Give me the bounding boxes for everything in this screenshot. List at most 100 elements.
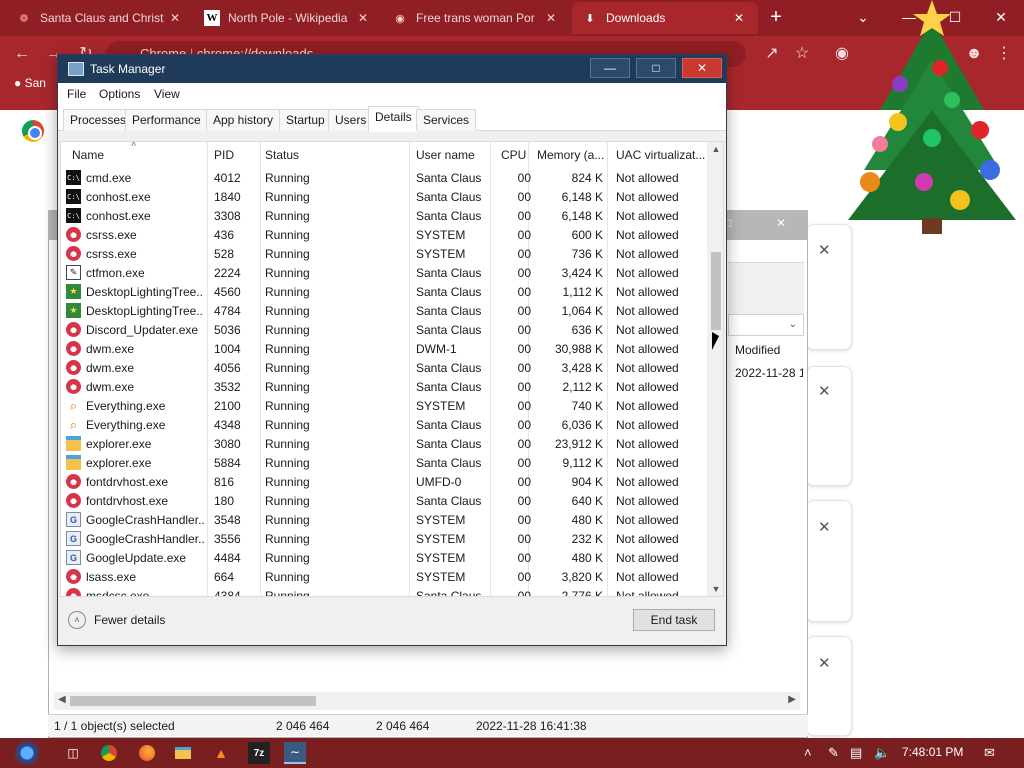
firefox-icon[interactable]	[136, 742, 158, 764]
table-row[interactable]: explorer.exe 5884 Running Santa Claus 00 9,11…	[61, 453, 707, 472]
7zip-icon[interactable]: 7z	[248, 742, 270, 764]
process-uac: Not allowed	[616, 532, 679, 546]
system-process-icon	[66, 493, 81, 508]
tab-santa-claus[interactable]: ❁ Santa Claus and Christ ✕	[6, 2, 194, 34]
menu-options[interactable]: Options	[99, 87, 140, 101]
horizontal-scroll-thumb[interactable]	[70, 696, 316, 706]
chrome-icon[interactable]	[98, 742, 120, 764]
table-row[interactable]: csrss.exe 436 Running SYSTEM 00 600 K Not allo…	[61, 225, 707, 244]
tab-close-icon[interactable]: ✕	[170, 11, 184, 25]
table-row[interactable]: lsass.exe 664 Running SYSTEM 00 3,820 K Not al…	[61, 567, 707, 586]
table-row[interactable]: ★ DesktopLightingTree... 4784 Running Santa …	[61, 301, 707, 320]
tab-label: North Pole - Wikipedia	[228, 11, 348, 25]
minimize-button[interactable]: —	[590, 58, 630, 78]
process-status: Running	[265, 209, 310, 223]
column-header-status[interactable]: Status	[265, 148, 409, 162]
table-row[interactable]: csrss.exe 528 Running SYSTEM 00 736 K Not allo…	[61, 244, 707, 263]
tab-details[interactable]: Details	[368, 106, 419, 132]
tab-startup[interactable]: Startup	[279, 109, 332, 131]
scroll-up-icon[interactable]: ▲	[711, 144, 721, 154]
table-row[interactable]: dwm.exe 4056 Running Santa Claus 00 3,428 K No…	[61, 358, 707, 377]
tab-users[interactable]: Users	[328, 109, 374, 131]
remove-download-icon[interactable]: ✕	[818, 654, 831, 672]
tab-downloads[interactable]: ⬇ Downloads ✕	[572, 2, 758, 34]
process-cpu: 00	[517, 418, 531, 432]
scroll-right-icon[interactable]: ▶	[788, 694, 796, 705]
fewer-details-button[interactable]: ˄ Fewer details	[68, 611, 165, 629]
menu-file[interactable]: File	[67, 87, 86, 101]
remove-download-icon[interactable]: ✕	[818, 241, 831, 259]
column-header-uac[interactable]: UAC virtualizat...	[616, 148, 707, 162]
new-tab-button[interactable]: +	[764, 6, 788, 30]
table-row[interactable]: C:\ conhost.exe 1840 Running Santa Claus 00 6,…	[61, 187, 707, 206]
process-user: Santa Claus	[416, 266, 482, 280]
process-memory: 232 K	[571, 532, 603, 546]
tab-close-icon[interactable]: ✕	[734, 11, 748, 25]
scroll-down-icon[interactable]: ▼	[711, 584, 721, 594]
table-row[interactable]: Discord_Updater.exe 5036 Running Santa Clau…	[61, 320, 707, 339]
share-icon[interactable]: ↗	[760, 42, 784, 66]
task-view-icon[interactable]: ◫	[62, 742, 84, 764]
tab-services[interactable]: Services	[416, 109, 477, 131]
table-row[interactable]: ⌕ Everything.exe 2100 Running SYSTEM 00 740 K N…	[61, 396, 707, 415]
vertical-scroll-thumb[interactable]	[711, 252, 721, 330]
path-dropdown[interactable]: ⌄	[728, 314, 804, 336]
table-row[interactable]: fontdrvhost.exe 816 Running UMFD-0 00 904 K No…	[61, 472, 707, 491]
tray-overflow-icon[interactable]: ˄	[804, 745, 812, 760]
tab-close-icon[interactable]: ✕	[546, 11, 560, 25]
table-row[interactable]: ★ DesktopLightingTree... 4560 Running Santa …	[61, 282, 707, 301]
table-row[interactable]: G GoogleCrashHandler... 3548 Running SYSTEM 0…	[61, 510, 707, 529]
column-header-name[interactable]: Name	[72, 148, 202, 162]
table-row[interactable]: dwm.exe 1004 Running DWM-1 00 30,988 K Not all…	[61, 339, 707, 358]
task-manager-icon[interactable]: ∼	[284, 742, 306, 764]
tab-performance[interactable]: Performance	[125, 109, 208, 131]
task-manager-titlebar[interactable]: Task Manager — □ ✕	[58, 55, 726, 83]
volume-icon[interactable]: 🔈	[874, 745, 890, 761]
bookmark-label: San	[24, 76, 46, 90]
table-row[interactable]: C:\ cmd.exe 4012 Running Santa Claus 00 824 K N…	[61, 168, 707, 187]
column-header-modified[interactable]: Modified	[735, 343, 780, 357]
back-icon[interactable]: ←	[10, 42, 34, 66]
tab-close-icon[interactable]: ✕	[358, 11, 372, 25]
close-button[interactable]: ✕	[682, 58, 722, 78]
table-row[interactable]: ⌕ Everything.exe 4348 Running Santa Claus 00 6…	[61, 415, 707, 434]
column-header-pid[interactable]: PID	[214, 148, 260, 162]
column-header-user-name[interactable]: User name	[416, 148, 494, 162]
process-name: csrss.exe	[86, 228, 137, 242]
pen-icon[interactable]: ✎	[828, 745, 839, 761]
tab-app-history[interactable]: App history	[206, 109, 281, 131]
table-row[interactable]: explorer.exe 3080 Running Santa Claus 00 23,9…	[61, 434, 707, 453]
page-scrollbar[interactable]	[1012, 210, 1018, 730]
menu-view[interactable]: View	[154, 87, 180, 101]
column-header-memory[interactable]: Memory (a...	[537, 148, 609, 162]
tab-processes[interactable]: Processes	[63, 109, 134, 131]
end-task-button[interactable]: End task	[633, 609, 715, 631]
vlc-icon[interactable]: ▲	[210, 742, 232, 764]
remove-download-icon[interactable]: ✕	[818, 382, 831, 400]
network-icon[interactable]: ▤	[850, 745, 862, 761]
process-pid: 5884	[214, 456, 241, 470]
table-row[interactable]: G GoogleUpdate.exe 4484 Running SYSTEM 00 480 …	[61, 548, 707, 567]
close-icon[interactable]: ✕	[776, 216, 786, 230]
taskbar-clock[interactable]: 7:48:01 PM	[902, 745, 963, 759]
table-row[interactable]: dwm.exe 3532 Running Santa Claus 00 2,112 K No…	[61, 377, 707, 396]
maximize-button[interactable]: □	[636, 58, 676, 78]
table-row[interactable]: C:\ conhost.exe 3308 Running Santa Claus 00 6,…	[61, 206, 707, 225]
remove-download-icon[interactable]: ✕	[818, 518, 831, 536]
tab-north-pole-wikipedia[interactable]: W North Pole - Wikipedia ✕	[194, 2, 382, 34]
process-memory: 6,148 K	[561, 190, 603, 204]
table-row[interactable]: ✎ ctfmon.exe 2224 Running Santa Claus 00 3,424…	[61, 263, 707, 282]
bookmark-item[interactable]: ● San	[14, 76, 46, 90]
table-row[interactable]: G GoogleCrashHandler... 3556 Running SYSTEM 0…	[61, 529, 707, 548]
vertical-scrollbar[interactable]	[707, 142, 723, 596]
column-header-cpu[interactable]: CPU	[501, 148, 531, 162]
file-explorer-icon[interactable]	[172, 742, 194, 764]
process-uac: Not allowed	[616, 456, 679, 470]
start-icon[interactable]	[10, 738, 44, 768]
scroll-left-icon[interactable]: ◀	[58, 694, 66, 705]
tab-third-site[interactable]: ◉ Free trans woman Por ✕	[382, 2, 570, 34]
table-row[interactable]: msdcsc.exe 4384 Running Santa Claus 00 2,776 …	[61, 586, 707, 596]
notifications-icon[interactable]: ✉	[984, 745, 995, 761]
star-icon[interactable]: ☆	[790, 42, 814, 66]
table-row[interactable]: fontdrvhost.exe 180 Running Santa Claus 00 64…	[61, 491, 707, 510]
